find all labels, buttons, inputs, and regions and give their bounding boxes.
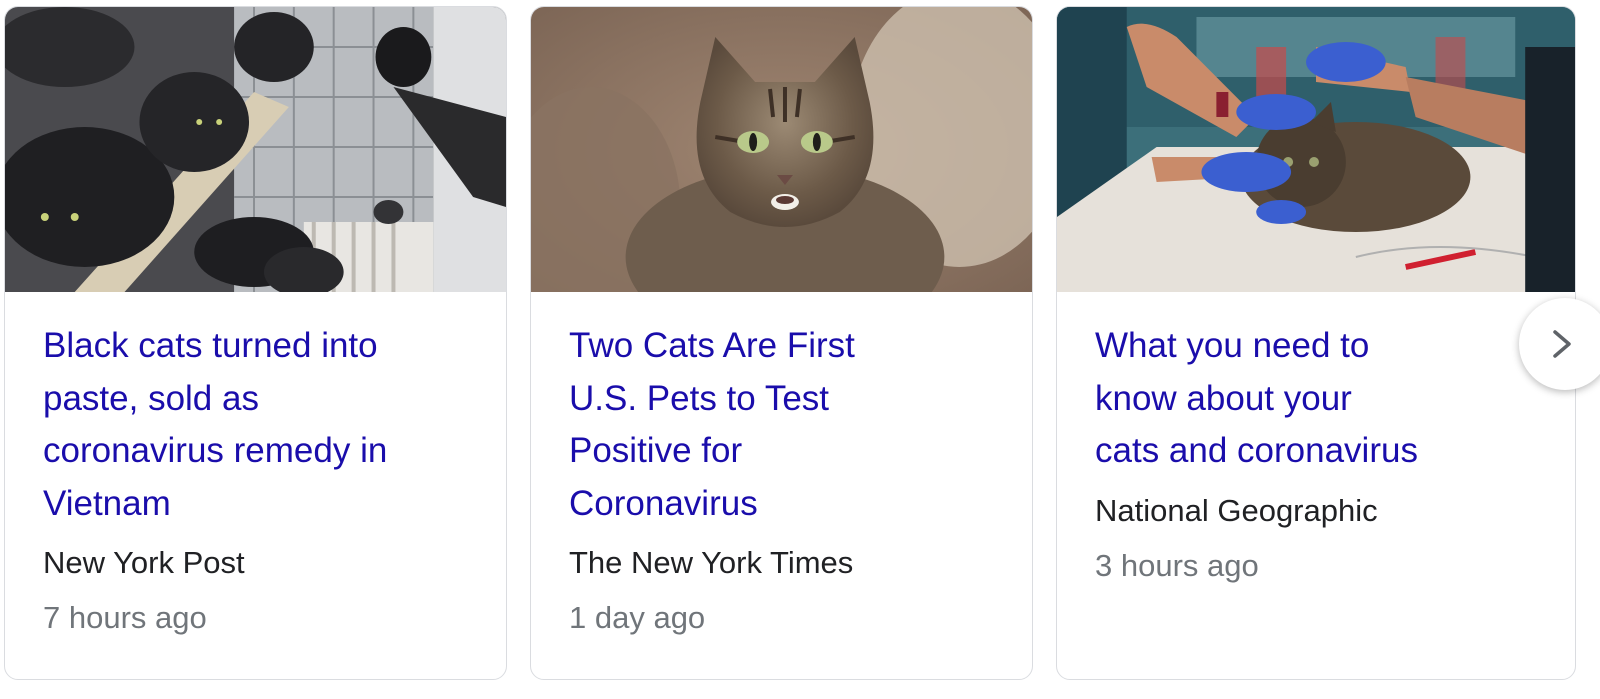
news-source: The New York Times xyxy=(569,545,854,580)
chevron-right-icon xyxy=(1553,330,1571,358)
news-timestamp: 7 hours ago xyxy=(43,600,207,635)
news-carousel: Black cats turned into paste, sold as co… xyxy=(0,0,1600,699)
news-headline-link[interactable]: Two Cats Are First U.S. Pets to Test Pos… xyxy=(569,320,929,530)
carousel-next-button[interactable] xyxy=(1519,298,1600,390)
news-source: New York Post xyxy=(43,545,245,580)
news-thumbnail-black-cats[interactable] xyxy=(5,7,506,292)
news-thumbnail-vet-cat[interactable] xyxy=(1057,7,1575,292)
news-headline-link[interactable]: Black cats turned into paste, sold as co… xyxy=(43,320,403,530)
news-thumbnail-tabby-cat[interactable] xyxy=(531,7,1032,292)
news-source: National Geographic xyxy=(1095,492,1378,528)
news-card[interactable]: Two Cats Are First U.S. Pets to Test Pos… xyxy=(530,6,1033,680)
news-timestamp: 1 day ago xyxy=(569,600,706,635)
news-headline-link[interactable]: What you need to know about your cats an… xyxy=(1095,320,1425,478)
news-card[interactable]: What you need to know about your cats an… xyxy=(1056,6,1576,680)
news-card[interactable]: Black cats turned into paste, sold as co… xyxy=(4,6,507,680)
news-timestamp: 3 hours ago xyxy=(1095,547,1259,583)
